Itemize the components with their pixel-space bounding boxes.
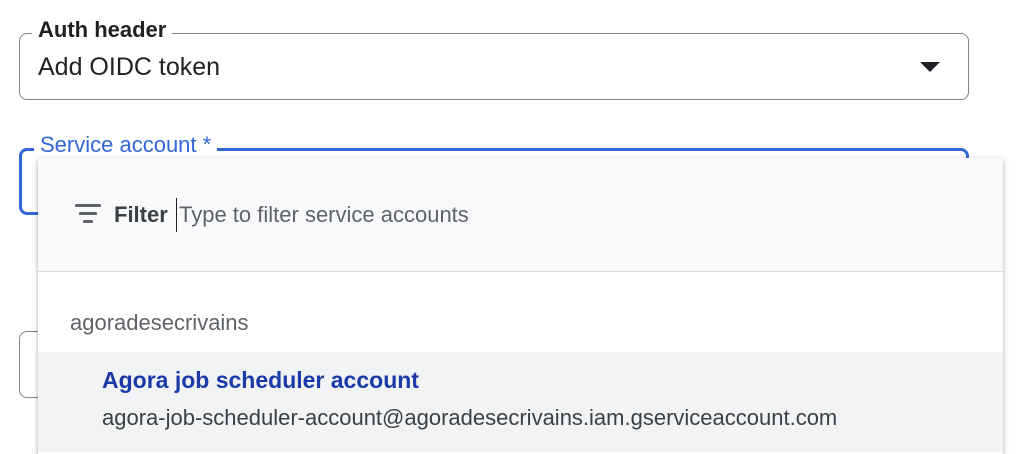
auth-header-label: Auth header <box>32 17 173 43</box>
service-account-label: Service account * <box>34 132 218 158</box>
dropdown-arrow-icon[interactable] <box>920 62 940 72</box>
auth-header-value: Add OIDC token <box>38 53 221 81</box>
service-account-option[interactable]: Agora job scheduler account agora-job-sc… <box>38 352 1003 452</box>
option-title: Agora job scheduler account <box>102 367 419 393</box>
filter-input[interactable] <box>176 198 959 232</box>
service-account-dropdown: Filter agoradesecrivains Agora job sched… <box>38 158 1003 454</box>
form-root: Auth header Add OIDC token Service accou… <box>0 0 1018 454</box>
filter-bar: Filter <box>38 158 1003 272</box>
option-email: agora-job-scheduler-account@agoradesecri… <box>102 405 838 430</box>
filter-icon <box>75 204 101 224</box>
auth-header-select[interactable]: Auth header Add OIDC token <box>19 17 969 100</box>
filter-label: Filter <box>114 202 168 227</box>
project-group-header: agoradesecrivains <box>70 310 249 335</box>
